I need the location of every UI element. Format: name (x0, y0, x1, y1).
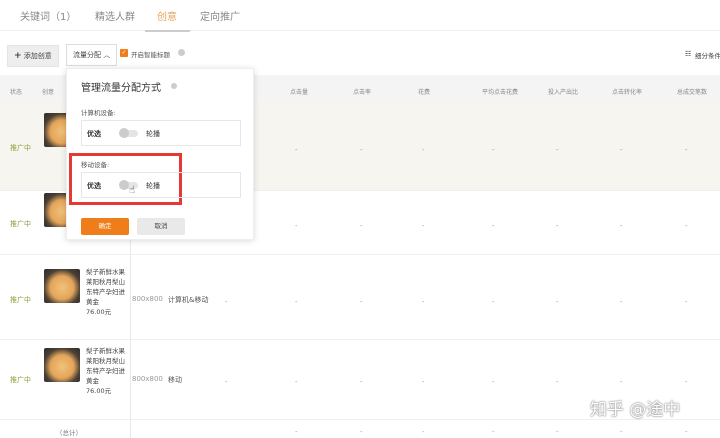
header-cvr: 点击转化率 (612, 89, 643, 96)
metric-cell: - (225, 298, 228, 306)
metric-cell: - (422, 378, 425, 386)
status-badge: 推广中 (10, 376, 31, 384)
metric-cell: - (360, 146, 363, 154)
metric-cell: - (685, 222, 688, 230)
cancel-button[interactable]: 取消 (137, 218, 185, 235)
add-creative-label: 添加创意 (23, 52, 52, 60)
tab-active-underline (145, 30, 190, 32)
metric-cell: - (556, 378, 559, 386)
breakdown-icon: ☷ (685, 50, 692, 58)
metric-cell: - (685, 378, 688, 386)
chevron-up-icon: ︿ (103, 51, 111, 59)
product-title[interactable]: 梨子新鲜水果莱阳秋月梨山东特产孕妇进黄金 76.00元 (86, 267, 130, 317)
traffic-allocation-popup: 管理流量分配方式 计算机设备: 优选 轮播 移动设备: 优选 轮播 ☝ 确定 取… (66, 68, 254, 240)
metric-cell: - (422, 428, 425, 436)
status-badge: 推广中 (10, 296, 31, 304)
metric-cell: - (295, 298, 298, 306)
breakdown-button[interactable]: 细分条件 (695, 50, 720, 60)
prefer-label: 优选 (87, 182, 101, 190)
metric-cell: - (492, 298, 495, 306)
creative-thumbnail[interactable] (44, 348, 80, 382)
help-icon[interactable] (171, 83, 177, 89)
add-creative-button[interactable]: + 添加创意 (7, 45, 59, 67)
header-status: 状态 (10, 89, 23, 96)
rotate-label: 轮播 (146, 182, 160, 190)
metric-cell: - (295, 428, 298, 436)
header-cost: 花费 (418, 89, 431, 96)
pc-device-label: 计算机设备: (81, 109, 116, 117)
creative-size: 800x800 (132, 375, 163, 383)
metric-cell: - (492, 222, 495, 230)
metric-cell: - (492, 428, 495, 436)
header-ctr: 点击率 (353, 89, 372, 96)
metric-cell: - (685, 146, 688, 154)
metric-cell: - (620, 428, 623, 436)
product-title[interactable]: 梨子新鲜水果莱阳秋月梨山东特产孕妇进黄金 76.00元 (86, 346, 130, 396)
metric-cell: - (620, 222, 623, 230)
metric-cell: - (422, 298, 425, 306)
metric-cell: - (620, 146, 623, 154)
status-badge: 推广中 (10, 144, 31, 152)
metric-cell: - (225, 378, 228, 386)
creative-size: 800x800 (132, 295, 163, 303)
prefer-label: 优选 (87, 130, 101, 138)
confirm-button[interactable]: 确定 (81, 218, 129, 235)
metric-cell: - (492, 146, 495, 154)
watermark: 知乎 @途中 (590, 400, 681, 420)
traffic-label: 流量分配 (73, 51, 101, 59)
metric-cell: - (556, 146, 559, 154)
tab-targeting[interactable]: 定向推广 (200, 8, 240, 23)
mobile-device-label: 移动设备: (81, 161, 110, 169)
metric-cell: - (422, 222, 425, 230)
metric-cell: - (360, 378, 363, 386)
device-type: 移动 (168, 376, 182, 384)
metric-cell: - (685, 298, 688, 306)
metric-cell: - (295, 378, 298, 386)
metric-cell: - (620, 378, 623, 386)
popup-title: 管理流量分配方式 (81, 83, 161, 94)
tab-divider (0, 30, 720, 31)
metric-cell: - (556, 428, 559, 436)
tab-audience[interactable]: 精选人群 (95, 8, 135, 23)
tab-creative[interactable]: 创意 (157, 8, 177, 23)
metric-cell: - (556, 222, 559, 230)
header-cpc: 平均点击花费 (482, 89, 519, 96)
header-roi: 投入产出比 (548, 89, 579, 96)
device-type: 计算机&移动 (168, 296, 209, 304)
mobile-device-box: 优选 轮播 ☝ (81, 172, 241, 198)
metric-cell: - (422, 146, 425, 154)
metric-cell: - (492, 378, 495, 386)
product-price: 76.00元 (86, 308, 112, 316)
total-label: （总计） (56, 429, 82, 437)
smart-title-label: 开启智能标题 (131, 51, 170, 59)
header-orders: 总成交笔数 (677, 89, 708, 96)
metric-cell: - (360, 298, 363, 306)
traffic-allocation-button[interactable]: 流量分配 ︿ (66, 44, 118, 66)
hand-cursor-icon: ☝ (129, 185, 136, 196)
metric-cell: - (295, 146, 298, 154)
header-clicks: 点击量 (290, 89, 309, 96)
creative-thumbnail[interactable] (44, 269, 80, 303)
rotate-label: 轮播 (146, 130, 160, 138)
status-badge: 推广中 (10, 220, 31, 228)
metric-cell: - (295, 222, 298, 230)
metric-cell: - (685, 428, 688, 436)
pc-device-box: 优选 轮播 (81, 120, 241, 146)
help-icon[interactable] (178, 49, 185, 56)
metric-cell: - (360, 428, 363, 436)
header-creative: 创意 (42, 89, 55, 96)
pc-allocation-toggle[interactable] (119, 128, 138, 138)
metric-cell: - (620, 298, 623, 306)
product-price: 76.00元 (86, 387, 112, 395)
tab-keywords[interactable]: 关键词（1） (20, 8, 76, 23)
metric-cell: - (556, 298, 559, 306)
smart-title-checkbox[interactable]: ✓ (120, 49, 128, 57)
metric-cell: - (360, 222, 363, 230)
